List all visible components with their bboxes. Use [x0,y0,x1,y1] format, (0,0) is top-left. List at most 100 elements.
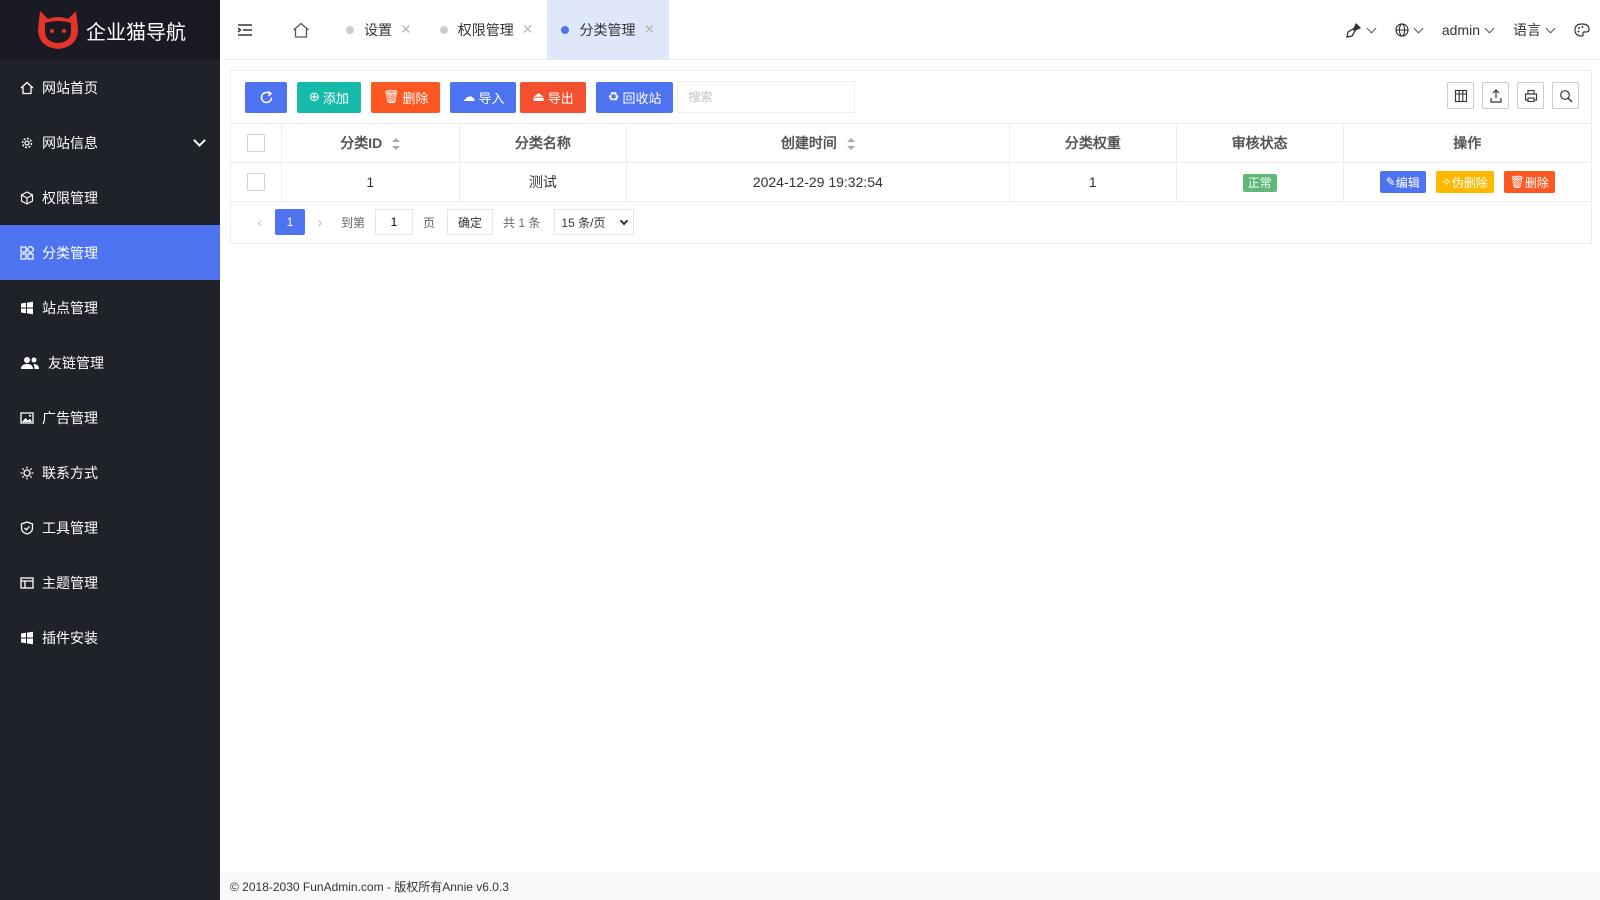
goto-page-input[interactable] [375,209,414,235]
copyright-text: © 2018-2030 FunAdmin.com - 版权所有Annie v6.… [230,879,509,894]
tab-settings[interactable]: 设置 ✕ [332,0,426,60]
cloud-upload-icon: ☁ [462,89,476,104]
sidebar-item-label: 网站首页 [42,79,98,96]
sidebar-item-home[interactable]: 网站首页 [0,60,220,115]
edit-label: 编辑 [1395,175,1420,190]
cell-id: 1 [280,162,460,202]
search-icon[interactable] [1552,82,1579,109]
sidebar-item-friend-links[interactable]: 友链管理 [0,335,220,390]
shield-icon [20,520,34,535]
user-menu[interactable]: admin [1432,22,1503,38]
search-input[interactable] [677,81,856,113]
table-panel: ⊕ 添加 🗑 删除 ☁ 导入 ⏏ 导出 ♻ 回收站 搜索 分类ID 分类名称 创… [230,70,1592,244]
chevron-left-icon[interactable]: ‹ [245,208,275,236]
theme-palette-icon[interactable] [1564,23,1600,37]
export-button[interactable]: ⏏ 导出 [520,81,586,113]
pencil-icon: ✎ [1385,175,1396,189]
sidebar-item-label: 分类管理 [42,244,98,261]
export-table-icon[interactable] [1482,82,1509,109]
windows-icon [20,301,34,315]
sidebar-item-sites[interactable]: 站点管理 [0,280,220,335]
recycle-icon: ♻ [607,89,620,104]
main-content: ⊕ 添加 🗑 删除 ☁ 导入 ⏏ 导出 ♻ 回收站 搜索 分类ID 分类名称 创… [220,61,1600,872]
windows-icon [20,631,34,645]
sidebar-item-label: 工具管理 [42,519,98,536]
sidebar-item-site-info[interactable]: 网站信息 [0,115,220,170]
menu-toggle-icon[interactable] [220,0,270,60]
recycle-bin-button[interactable]: ♻ 回收站 [595,81,674,113]
close-icon[interactable]: ✕ [522,21,534,38]
column-header-label: 分类权重 [1064,135,1121,151]
sun-icon [20,466,34,480]
sidebar-item-themes[interactable]: 主题管理 [0,555,220,610]
refresh-button[interactable] [245,81,287,113]
home-icon[interactable] [270,0,332,60]
sidebar-item-categories[interactable]: 分类管理 [0,225,220,280]
sort-icon[interactable] [846,138,855,151]
tab-permissions[interactable]: 权限管理 ✕ [426,0,548,60]
tab-categories[interactable]: 分类管理 ✕ [547,0,670,60]
select-all-cell [231,123,282,163]
sidebar-item-contact[interactable]: 联系方式 [0,445,220,500]
site-menu[interactable] [1385,23,1432,37]
sidebar-item-label: 网站信息 [42,134,98,151]
import-button[interactable]: ☁ 导入 [450,81,517,113]
soft-delete-button[interactable]: ✧ 伪删除 [1435,171,1494,193]
pagination: ‹ 1 › 到第 页 确定 共 1 条 15 条/页 [231,202,1591,242]
clear-cache-menu[interactable] [1336,22,1385,38]
sidebar-item-tools[interactable]: 工具管理 [0,500,220,555]
sidebar-item-ads[interactable]: 广告管理 [0,390,220,445]
column-header[interactable]: 分类ID [280,123,460,163]
username: admin [1441,22,1480,38]
sidebar-item-plugins[interactable]: 插件安装 [0,610,220,665]
cell-weight: 1 [1008,162,1177,202]
table-tools [1439,82,1579,109]
select-all-checkbox[interactable] [246,134,265,153]
chevron-right-icon[interactable]: › [305,208,335,236]
delete-label: 删除 [402,90,429,106]
status-badge: 正常 [1242,173,1277,192]
row-checkbox[interactable] [246,173,265,192]
row-select-cell [231,162,282,202]
brush-icon [1346,23,1361,38]
column-header[interactable]: 创建时间 [625,123,1010,163]
add-button[interactable]: ⊕ 添加 [297,81,361,113]
column-header-label: 操作 [1453,135,1482,151]
table-row: 1 测试 2024-12-29 19:32:54 1 正常 ✎ 编辑 ✧ 伪删除 🗑… [231,162,1591,202]
tab-dot [561,25,570,34]
goto-confirm-button[interactable]: 确定 [447,209,494,235]
page-size-select[interactable]: 15 条/页 [554,209,635,235]
tab-label: 分类管理 [579,21,636,38]
sidebar-item-label: 站点管理 [42,299,98,316]
print-icon[interactable] [1517,82,1544,109]
edit-button[interactable]: ✎ 编辑 [1379,171,1426,193]
row-delete-button[interactable]: 🗑 删除 [1503,171,1555,193]
layout-icon [20,576,34,590]
cell-created: 2024-12-29 19:32:54 [625,162,1010,202]
page-unit-label: 页 [423,215,436,230]
language-menu[interactable]: 语言 [1503,20,1564,40]
logo[interactable]: 企业猫导航 [0,0,220,60]
chevron-down-icon [193,134,206,147]
table-header-row: 分类ID 分类名称 创建时间 分类权重 审核状态 操作 [231,123,1591,163]
sort-icon[interactable] [392,138,401,151]
tab-label: 权限管理 [457,21,514,38]
trash-icon: 🗑 [382,89,400,104]
image-icon [20,411,34,425]
tab-label: 设置 [364,21,392,38]
delete-button[interactable]: 🗑 删除 [370,81,441,113]
home-icon [20,81,34,95]
sidebar-item-permissions[interactable]: 权限管理 [0,170,220,225]
close-icon[interactable]: ✕ [643,21,655,38]
language-label: 语言 [1513,22,1541,38]
app-title: 企业猫导航 [86,21,186,44]
grid-icon [20,245,34,260]
column-header-label: 审核状态 [1231,135,1288,151]
chevron-down-icon [620,216,629,225]
columns-icon[interactable] [1447,82,1474,109]
close-icon[interactable]: ✕ [400,21,412,38]
page-number-current[interactable]: 1 [275,209,305,235]
brush-icon: ✧ [1441,175,1452,189]
toolbar: ⊕ 添加 🗑 删除 ☁ 导入 ⏏ 导出 ♻ 回收站 [231,71,1591,123]
goto-label: 到第 [341,215,366,230]
